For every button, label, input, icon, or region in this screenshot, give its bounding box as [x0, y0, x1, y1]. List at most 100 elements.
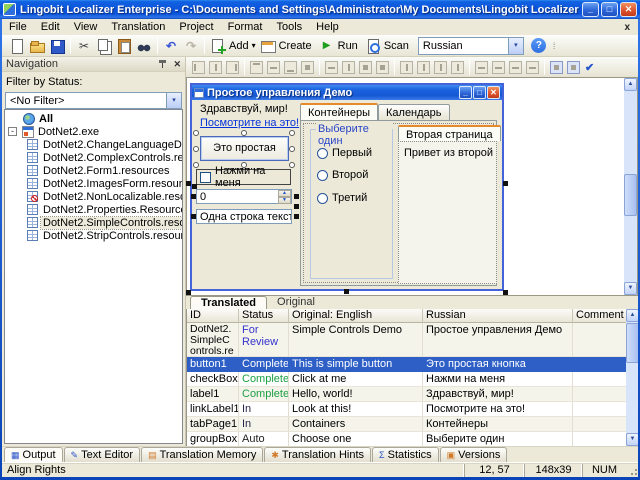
selection-handle[interactable] [294, 204, 299, 209]
remove-vspace-icon[interactable] [526, 61, 539, 74]
decrease-vspace-icon[interactable] [509, 61, 522, 74]
selection-handle[interactable] [241, 162, 247, 168]
language-combobox[interactable]: Russian ▾ [418, 37, 524, 55]
toolbar-overflow-icon[interactable]: ⁞ [553, 41, 556, 51]
minimize-button[interactable]: _ [582, 2, 599, 17]
tab-text-editor[interactable]: ✎ Text Editor [64, 447, 141, 462]
dialog-close-button[interactable]: ✕ [487, 86, 500, 99]
redo-button[interactable]: ↷ [181, 36, 201, 56]
table-row-selected[interactable]: button1 Complete This is simple button Э… [187, 357, 626, 372]
selection-handle[interactable] [294, 194, 299, 199]
tab-translated[interactable]: Translated [190, 296, 267, 309]
resize-handle[interactable] [186, 290, 191, 295]
textbox-control[interactable]: Одна строка текста [196, 209, 292, 224]
spin-down-icon[interactable]: ▼ [278, 197, 291, 204]
scan-button[interactable]: Scan [363, 36, 414, 56]
scroll-down-icon[interactable]: ▼ [624, 282, 637, 295]
checkbox-control[interactable]: Нажми на меня [196, 169, 291, 185]
selection-handle[interactable] [241, 130, 247, 136]
menu-translation[interactable]: Translation [104, 20, 172, 34]
tree-item-all[interactable]: All [5, 112, 182, 125]
column-russian[interactable]: Russian [423, 309, 573, 323]
table-row[interactable]: label1 Complete Hello, world! Здравствуй… [187, 387, 626, 402]
spin-up-icon[interactable]: ▲ [278, 190, 291, 197]
numeric-updown-control[interactable]: 0 ▲ ▼ [196, 189, 292, 204]
dialog-title-bar[interactable]: Простое управления Демо _ □ ✕ [192, 85, 502, 100]
maximize-button[interactable]: □ [601, 2, 618, 17]
tab-second-page[interactable]: Вторая страница [398, 125, 501, 141]
align-grid-icon[interactable] [301, 61, 314, 74]
resize-handle[interactable] [503, 181, 508, 186]
tab-original[interactable]: Original [267, 296, 325, 309]
column-id[interactable]: ID [187, 309, 239, 323]
same-width-icon[interactable] [325, 61, 338, 74]
tree-item-resource[interactable]: DotNet2.ChangeLanguageDlg.resources [5, 138, 182, 151]
radio-first[interactable]: Первый [317, 147, 372, 159]
column-original[interactable]: Original: English [289, 309, 423, 323]
increase-vspace-icon[interactable] [492, 61, 505, 74]
tab-translation-hints[interactable]: ✱ Translation Hints [264, 447, 371, 462]
table-row[interactable]: linkLabel1 In Process Look at this! Посм… [187, 402, 626, 417]
table-row[interactable]: DotNet2.SimpleControls.resources For Rev… [187, 323, 626, 357]
remove-hspace-icon[interactable] [451, 61, 464, 74]
align-tops-icon[interactable] [250, 61, 263, 74]
simple-button-control[interactable]: Это простая кнопка [200, 136, 289, 161]
close-button[interactable]: ✕ [620, 2, 637, 17]
create-button[interactable]: Create [258, 36, 317, 56]
tree-item-resource[interactable]: DotNet2.ComplexControls.resources [5, 151, 182, 164]
menu-edit[interactable]: Edit [34, 20, 67, 34]
selection-handle[interactable] [191, 214, 196, 219]
tree-item-exe[interactable]: - DotNet2.exe [5, 125, 182, 138]
tree-item-resource[interactable]: DotNet2.Form1.resources [5, 164, 182, 177]
tree-item-resource-nonlocalizable[interactable]: DotNet2.NonLocalizable.resources [5, 190, 182, 203]
tab-statistics[interactable]: Σ Statistics [372, 447, 439, 462]
column-status[interactable]: Status [239, 309, 289, 323]
selection-handle[interactable] [191, 194, 196, 199]
expander-icon[interactable]: - [8, 127, 17, 136]
find-button[interactable] [134, 36, 154, 56]
same-height-icon[interactable] [342, 61, 355, 74]
align-centers-icon[interactable] [209, 61, 222, 74]
increase-hspace-icon[interactable] [417, 61, 430, 74]
open-button[interactable] [27, 36, 47, 56]
tab-translation-memory[interactable]: ▤ Translation Memory [141, 447, 263, 462]
tab-calendar[interactable]: Календарь [378, 104, 450, 120]
paste-button[interactable] [114, 36, 134, 56]
align-bottoms-icon[interactable] [284, 61, 297, 74]
menu-format[interactable]: Format [221, 20, 270, 34]
validate-icon[interactable]: ✔ [585, 61, 594, 74]
spinner[interactable]: ▲ ▼ [278, 190, 291, 203]
table-row[interactable]: checkBox1 Complete Click at me Нажми на … [187, 372, 626, 387]
selection-handle[interactable] [193, 130, 199, 136]
menu-help[interactable]: Help [309, 20, 346, 34]
add-button[interactable]: Add ▾ [208, 36, 258, 56]
align-middles-icon[interactable] [267, 61, 280, 74]
column-comment[interactable]: Comment [573, 309, 626, 323]
tab-containers[interactable]: Контейнеры [300, 103, 378, 120]
tree-item-resource[interactable]: DotNet2.StripControls.resources [5, 229, 182, 242]
space-down-icon[interactable] [475, 61, 488, 74]
radio-second[interactable]: Второй [317, 169, 368, 181]
menu-project[interactable]: Project [172, 20, 220, 34]
space-across-icon[interactable] [400, 61, 413, 74]
pin-icon[interactable] [158, 60, 167, 69]
dialog-maximize-button[interactable]: □ [473, 86, 486, 99]
scrollbar-thumb[interactable] [624, 174, 637, 216]
save-button[interactable] [47, 36, 67, 56]
tree-item-resource[interactable]: DotNet2.ImagesForm.resources [5, 177, 182, 190]
help-button[interactable]: ? [529, 36, 549, 56]
filter-combobox[interactable]: <No Filter> ▾ [5, 92, 182, 109]
tree-item-resource[interactable]: DotNet2.Properties.Resources.resources [5, 203, 182, 216]
selection-handle[interactable] [294, 214, 299, 219]
run-button[interactable]: ▶ Run [317, 36, 363, 56]
link-label[interactable]: Посмотрите на это! [200, 117, 299, 129]
scroll-up-icon[interactable]: ▲ [624, 78, 637, 91]
editor-vertical-scrollbar[interactable]: ▲ ▼ [624, 78, 637, 295]
preview-dialog[interactable]: Простое управления Демо _ □ ✕ Здравствуй… [190, 83, 504, 291]
copy-button[interactable] [94, 36, 114, 56]
resize-grip[interactable] [626, 464, 638, 476]
dialog-minimize-button[interactable]: _ [459, 86, 472, 99]
cut-button[interactable]: ✂ [74, 36, 94, 56]
new-button[interactable] [7, 36, 27, 56]
resize-handle[interactable] [503, 290, 508, 295]
